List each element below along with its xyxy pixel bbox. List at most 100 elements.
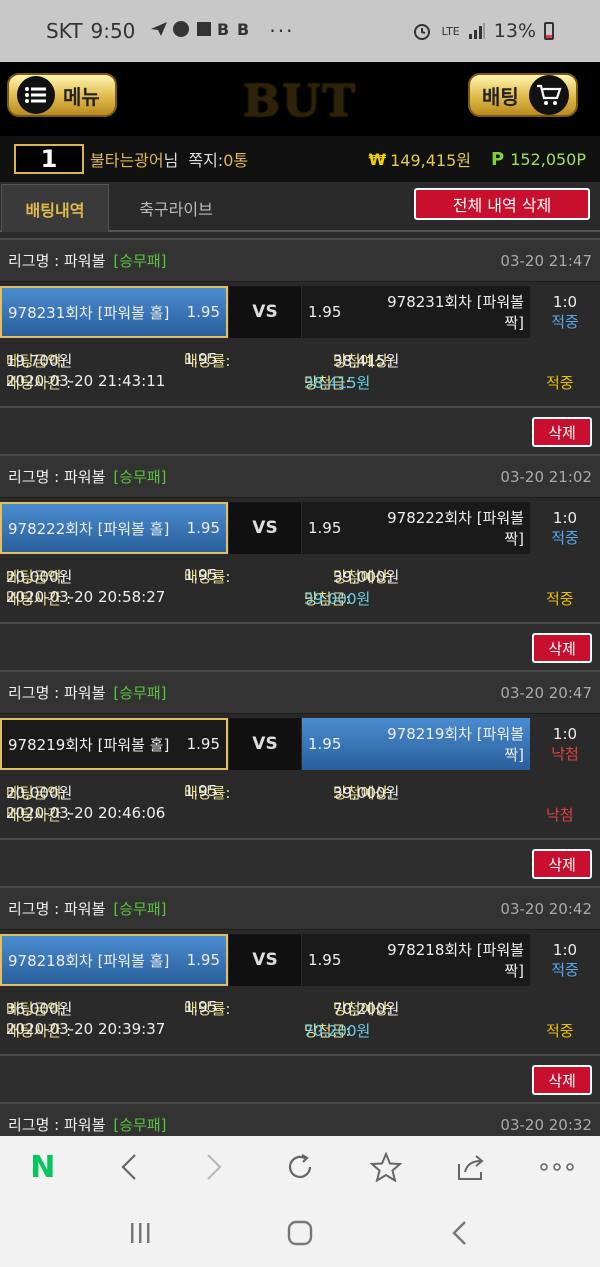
svg-text:B: B — [217, 20, 235, 39]
site-logo[interactable]: BUT — [190, 76, 410, 127]
user-rank-badge: 1 — [14, 144, 84, 174]
home-odds: 1.95 — [186, 951, 220, 969]
score-value: 1:0 — [552, 724, 578, 743]
vs-label: VS — [229, 718, 301, 770]
bet-details: 베팅금액: 20,000원 배당률: 1.95 당첨예상: 39,000원 배팅… — [0, 778, 600, 834]
league-type: [승무패] — [113, 684, 167, 702]
bet-footer: 삭제 — [0, 622, 600, 670]
away-odds: 1.95 — [308, 735, 342, 753]
away-option[interactable]: 1.95 978218회차 [파워볼 짝] — [302, 934, 530, 986]
home-team-name: 978219회차 [파워볼 홀] — [8, 735, 170, 754]
league-type: [승무패] — [113, 900, 167, 918]
away-odds: 1.95 — [308, 951, 342, 969]
home-icon[interactable] — [278, 1211, 322, 1255]
win-amount: 38,415원 — [304, 374, 371, 392]
final-result: 적중 — [546, 590, 574, 608]
betting-button[interactable]: 배팅 — [468, 73, 578, 117]
bet-details: 베팅금액: 19,700원 배당률: 1.95 당첨예상: 38,415원 배팅… — [0, 346, 600, 402]
away-option[interactable]: 1.95 978219회차 [파워볼 짝] — [302, 718, 530, 770]
score-value: 1:0 — [552, 940, 578, 959]
memo-link[interactable]: 쪽지:0통 — [188, 147, 248, 171]
memo-count: 0통 — [223, 151, 249, 170]
delete-all-button[interactable]: 전체 내역 삭제 — [414, 188, 590, 220]
away-odds: 1.95 — [308, 519, 342, 537]
result-status: 적중 — [551, 528, 579, 547]
bet-time-value: 2020-03-20 20:46:06 — [6, 804, 166, 822]
home-team-name: 978222회차 [파워볼 홀] — [8, 519, 170, 538]
browser-toolbar: N — [0, 1136, 600, 1198]
away-option[interactable]: 1.95 978222회차 [파워볼 짝] — [302, 502, 530, 554]
match-row: 978219회차 [파워볼 홀] 1.95 VS 1.95 978219회차 [… — [0, 718, 600, 770]
home-option[interactable]: 978231회차 [파워볼 홀] 1.95 — [0, 286, 228, 338]
match-row: 978222회차 [파워볼 홀] 1.95 VS 1.95 978222회차 [… — [0, 502, 600, 554]
won-icon: ₩ — [368, 149, 387, 169]
tab-soccer-live[interactable]: 축구라이브 — [122, 184, 230, 232]
expected-win: 39,000원 — [333, 568, 400, 586]
star-icon[interactable] — [364, 1145, 408, 1189]
delete-bet-button[interactable]: 삭제 — [532, 633, 592, 663]
cash-balance-value: 149,415원 — [390, 151, 471, 170]
away-team-name: 978218회차 [파워볼 짝] — [387, 941, 524, 980]
league-name: 리그명 : 파워볼 — [8, 900, 106, 918]
home-option[interactable]: 978219회차 [파워볼 홀] 1.95 — [0, 718, 228, 770]
bet-footer: 삭제 — [0, 838, 600, 886]
bet-list: 리그명 : 파워볼 [승무패] 03-20 21:47 978231회차 [파워… — [0, 238, 600, 1146]
menu-button[interactable]: 메뉴 — [7, 73, 117, 117]
more-notifications-icon: ··· — [269, 19, 295, 43]
forward-icon[interactable] — [192, 1145, 236, 1189]
away-odds: 1.95 — [308, 303, 342, 321]
recent-apps-icon[interactable] — [118, 1211, 162, 1255]
bet-datetime: 03-20 20:47 — [500, 683, 592, 702]
back-icon[interactable] — [107, 1145, 151, 1189]
expected-win: 38,415원 — [333, 352, 400, 370]
home-team-name: 978231회차 [파워볼 홀] — [8, 303, 170, 322]
bet-footer: 삭제 — [0, 406, 600, 454]
bet-datetime: 03-20 21:02 — [500, 467, 592, 486]
home-odds: 1.95 — [186, 303, 220, 321]
league-name: 리그명 : 파워볼 — [8, 252, 106, 270]
bet-item: 리그명 : 파워볼 [승무패] 03-20 21:47 978231회차 [파워… — [0, 238, 600, 454]
svg-text:B: B — [237, 20, 255, 39]
home-option[interactable]: 978218회차 [파워볼 홀] 1.95 — [0, 934, 228, 986]
point-balance-value: 152,050P — [510, 149, 586, 169]
more-icon[interactable] — [535, 1145, 579, 1189]
share-icon[interactable] — [449, 1145, 493, 1189]
betting-label: 배팅 — [482, 84, 519, 109]
score-cell: 1:0 적중 — [530, 286, 600, 338]
naver-n-icon[interactable]: N — [21, 1145, 65, 1189]
bet-amount: 20,000원 — [6, 568, 73, 586]
bet-time-value: 2020-03-20 20:39:37 — [6, 1020, 166, 1038]
bet-time-value: 2020-03-20 21:43:11 — [6, 372, 166, 390]
clock: 9:50 — [90, 19, 136, 43]
signal-icon — [468, 23, 485, 39]
delete-bet-button[interactable]: 삭제 — [532, 1065, 592, 1095]
league-name: 리그명 : 파워볼 — [8, 684, 106, 702]
away-option[interactable]: 1.95 978231회차 [파워볼 짝] — [302, 286, 530, 338]
delete-bet-button[interactable]: 삭제 — [532, 417, 592, 447]
bet-odds: 1.95 — [184, 350, 218, 368]
refresh-icon[interactable] — [278, 1145, 322, 1189]
status-bar: SKT 9:50 B B ··· LTE 13% — [0, 0, 600, 62]
bet-details: 베팅금액: 36,000원 배당률: 1.95 당첨예상: 70,200원 배팅… — [0, 994, 600, 1050]
tab-bet-history[interactable]: 배팅내역 — [1, 184, 109, 232]
delete-bet-button[interactable]: 삭제 — [532, 849, 592, 879]
bet-odds: 1.95 — [184, 782, 218, 800]
away-team-name: 978231회차 [파워볼 짝] — [387, 293, 524, 332]
user-nickname: 불타는광어 — [90, 151, 164, 170]
system-back-icon[interactable] — [438, 1211, 482, 1255]
home-option[interactable]: 978222회차 [파워볼 홀] 1.95 — [0, 502, 228, 554]
system-navigation-bar — [0, 1198, 600, 1267]
tab-bar: 배팅내역 축구라이브 전체 내역 삭제 — [0, 182, 600, 232]
bet-odds: 1.95 — [184, 998, 218, 1016]
vs-label: VS — [229, 934, 301, 986]
bet-item: 리그명 : 파워볼 [승무패] 03-20 20:42 978218회차 [파워… — [0, 886, 600, 1102]
bet-datetime: 03-20 20:32 — [500, 1115, 592, 1134]
bet-amount: 19,700원 — [6, 352, 73, 370]
bet-item: 리그명 : 파워볼 [승무패] 03-20 21:02 978222회차 [파워… — [0, 454, 600, 670]
score-value: 1:0 — [552, 292, 578, 311]
bet-details: 베팅금액: 20,000원 배당률: 1.95 당첨예상: 39,000원 배팅… — [0, 562, 600, 618]
expected-win: 39,000원 — [333, 784, 400, 802]
memo-label: 쪽지: — [188, 151, 224, 170]
final-result: 낙첨 — [546, 806, 574, 824]
home-team-name: 978218회차 [파워볼 홀] — [8, 951, 170, 970]
